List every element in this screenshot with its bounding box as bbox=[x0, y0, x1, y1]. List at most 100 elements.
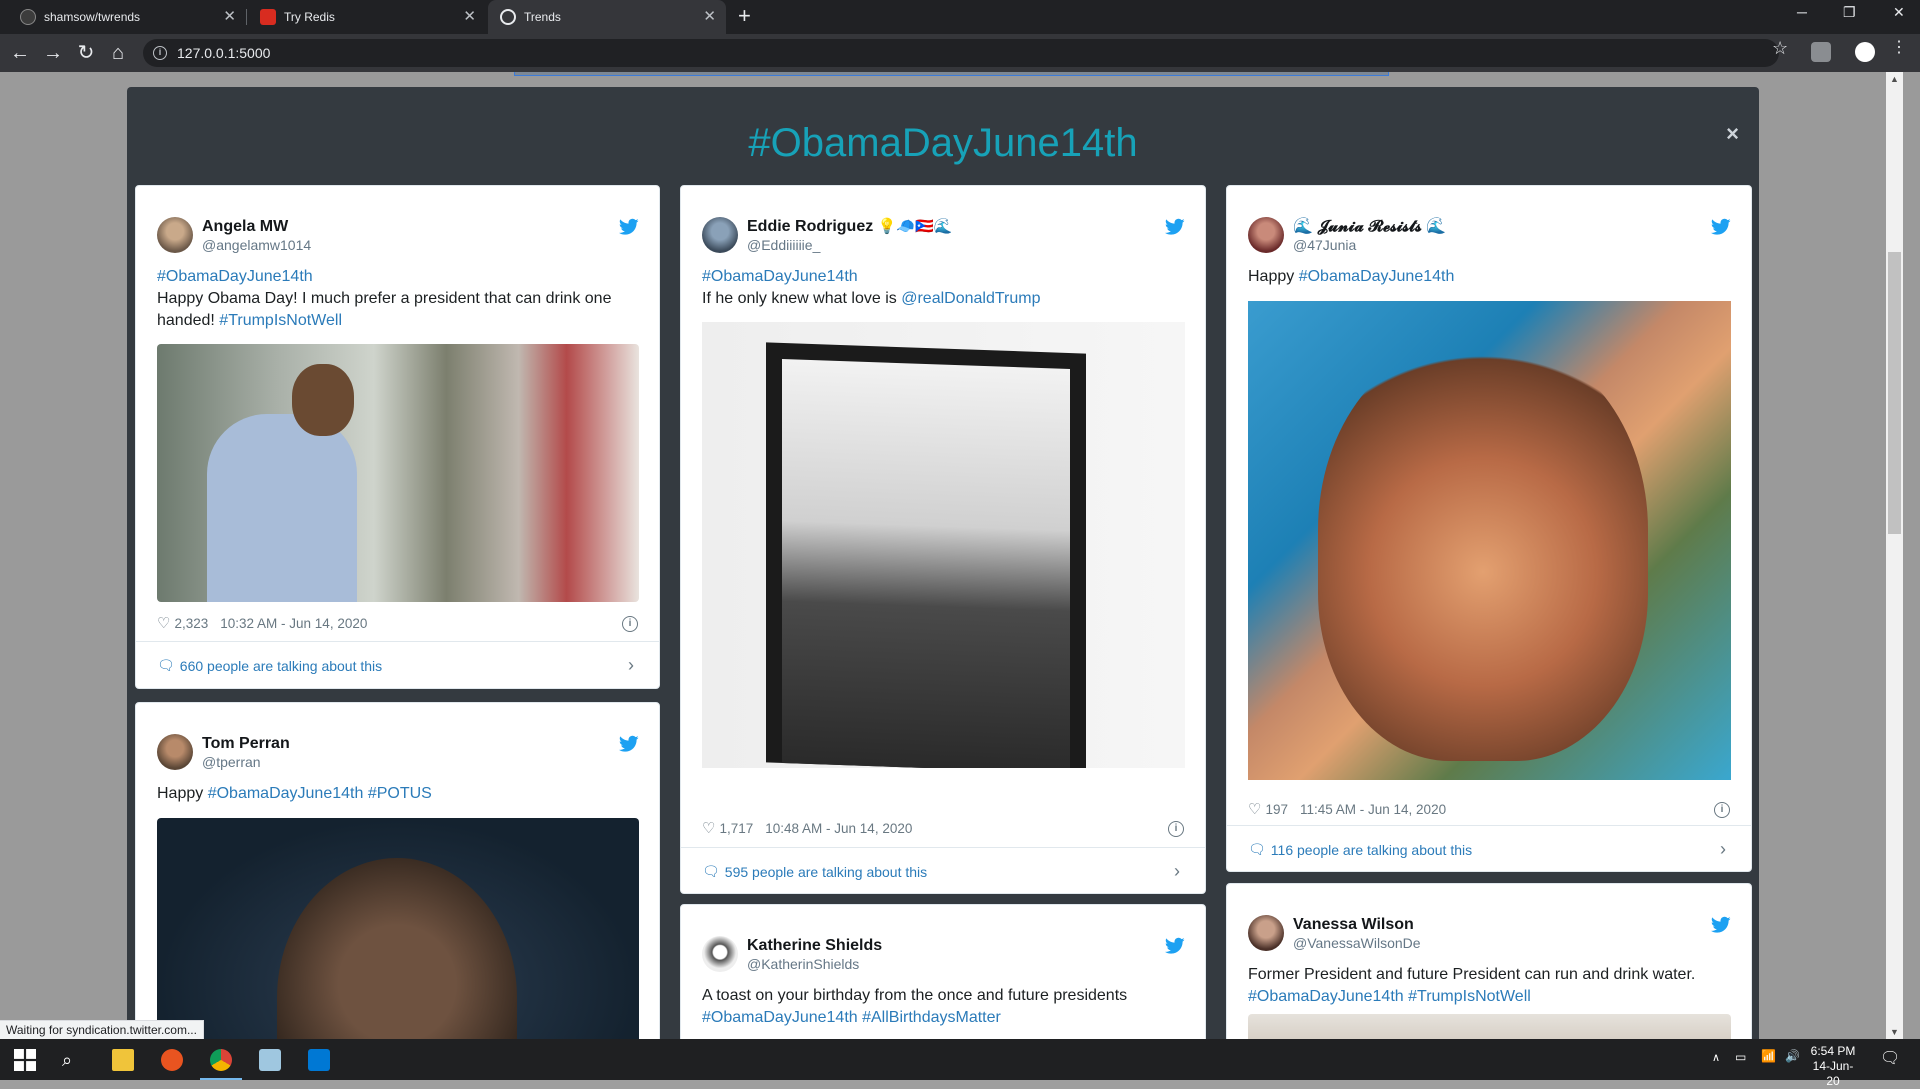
close-tab-icon[interactable]: ✕ bbox=[223, 9, 236, 24]
tweet-card[interactable]: Vanessa Wilson @VanessaWilsonDe Former P… bbox=[1226, 883, 1752, 1039]
avatar[interactable] bbox=[157, 734, 193, 770]
close-tab-icon[interactable]: ✕ bbox=[463, 9, 476, 24]
bookmark-star-icon[interactable]: ☆ bbox=[1772, 38, 1788, 59]
tweet-handle[interactable]: @angelamw1014 bbox=[202, 237, 311, 253]
battery-icon[interactable]: ▭ bbox=[1735, 1050, 1746, 1064]
hashtag-link[interactable]: #ObamaDayJune14th bbox=[1299, 268, 1455, 285]
wifi-icon[interactable]: 📶 bbox=[1761, 1049, 1776, 1063]
tweet-card[interactable]: Eddie Rodriguez 💡🧢🇵🇷🌊 @Eddiiiiiie_ #Obam… bbox=[680, 185, 1206, 894]
tweet-user-name[interactable]: Angela MW bbox=[202, 217, 311, 237]
mention-link[interactable]: @realDonaldTrump bbox=[901, 290, 1040, 307]
notifications-icon[interactable]: 🗨 bbox=[1880, 1048, 1900, 1068]
page-scrollbar[interactable]: ▲ ▼ bbox=[1886, 72, 1903, 1039]
avatar[interactable] bbox=[1248, 915, 1284, 951]
tab-title: shamsow/twrends bbox=[44, 10, 141, 24]
avatar[interactable] bbox=[702, 936, 738, 972]
tweet-photo[interactable] bbox=[1248, 1014, 1731, 1039]
hashtag-link[interactable]: #POTUS bbox=[368, 785, 432, 802]
address-bar[interactable]: i 127.0.0.1:5000 bbox=[143, 39, 1779, 67]
tweet-user-name[interactable]: Eddie Rodriguez bbox=[747, 218, 873, 235]
hashtag-link[interactable]: #ObamaDayJune14th bbox=[1248, 988, 1404, 1005]
tab-github[interactable]: shamsow/twrends ✕ bbox=[8, 0, 247, 34]
close-tab-icon[interactable]: ✕ bbox=[703, 9, 716, 24]
hashtag-link[interactable]: #ObamaDayJune14th bbox=[702, 1009, 858, 1026]
info-icon[interactable]: i bbox=[622, 616, 638, 632]
windows-start-icon[interactable] bbox=[14, 1049, 36, 1071]
avatar[interactable] bbox=[702, 217, 738, 253]
hashtag-link[interactable]: #ObamaDayJune14th bbox=[157, 266, 637, 288]
forward-icon[interactable]: → bbox=[39, 39, 67, 67]
tweet-card[interactable]: 🌊 𝓙𝓾𝓷𝓲𝓪 𝓡𝓮𝓼𝓲𝓼𝓽𝓼 🌊 @47Junia Happy #ObamaD… bbox=[1226, 185, 1752, 872]
clock[interactable]: 6:54 PM 14-Jun-20 bbox=[1808, 1044, 1858, 1089]
tweet-card[interactable]: Tom Perran @tperran Happy #ObamaDayJune1… bbox=[135, 702, 660, 1039]
twitter-bird-icon[interactable] bbox=[619, 735, 639, 753]
camera-extension-icon[interactable] bbox=[1811, 42, 1831, 62]
tweet-user-name[interactable]: Katherine Shields bbox=[747, 936, 882, 956]
conversation-link[interactable]: 🗨 595 people are talking about this › bbox=[681, 847, 1205, 893]
tweet-handle[interactable]: @47Junia bbox=[1293, 237, 1446, 253]
close-window-icon[interactable]: ✕ bbox=[1893, 4, 1905, 21]
twitter-bird-icon[interactable] bbox=[619, 218, 639, 236]
tweet-timestamp[interactable]: 10:48 AM - Jun 14, 2020 bbox=[765, 821, 912, 836]
avatar[interactable] bbox=[157, 217, 193, 253]
back-icon[interactable]: ← bbox=[6, 39, 34, 67]
modal-close-button[interactable]: × bbox=[1726, 121, 1739, 147]
vscode-icon[interactable] bbox=[308, 1049, 330, 1071]
tweet-handle[interactable]: @KatherinShields bbox=[747, 956, 882, 972]
tab-trends[interactable]: Trends ✕ bbox=[488, 0, 726, 34]
search-icon[interactable]: ⌕ bbox=[62, 1049, 84, 1071]
restore-icon[interactable]: ❐ bbox=[1843, 4, 1856, 21]
ubuntu-icon[interactable] bbox=[161, 1049, 183, 1071]
hashtag-link[interactable]: #AllBirthdaysMatter bbox=[862, 1009, 1001, 1026]
new-tab-button[interactable]: + bbox=[738, 5, 751, 27]
notepad-icon[interactable] bbox=[259, 1049, 281, 1071]
heart-icon[interactable]: ♡ bbox=[157, 614, 170, 632]
tweet-card[interactable]: Angela MW @angelamw1014 #ObamaDayJune14t… bbox=[135, 185, 660, 689]
volume-icon[interactable]: 🔊 bbox=[1785, 1049, 1800, 1063]
tweet-user-name[interactable]: 𝓙𝓾𝓷𝓲𝓪 𝓡𝓮𝓼𝓲𝓼𝓽𝓼 bbox=[1317, 218, 1421, 235]
like-count[interactable]: 197 bbox=[1265, 802, 1288, 817]
tweet-timestamp[interactable]: 10:32 AM - Jun 14, 2020 bbox=[220, 616, 367, 631]
conversation-link[interactable]: 🗨 660 people are talking about this › bbox=[136, 641, 659, 688]
info-icon[interactable]: i bbox=[1168, 821, 1184, 837]
hashtag-link[interactable]: #ObamaDayJune14th bbox=[702, 266, 1182, 288]
tweet-photo[interactable] bbox=[157, 344, 639, 602]
like-count[interactable]: 2,323 bbox=[174, 616, 208, 631]
home-icon[interactable]: ⌂ bbox=[104, 39, 132, 67]
tweet-photo[interactable] bbox=[157, 818, 639, 1039]
tweet-user-name[interactable]: Tom Perran bbox=[202, 734, 290, 754]
twitter-bird-icon[interactable] bbox=[1711, 218, 1731, 236]
chrome-icon[interactable] bbox=[210, 1049, 232, 1071]
heart-icon[interactable]: ♡ bbox=[1248, 800, 1261, 818]
heart-icon[interactable]: ♡ bbox=[702, 819, 715, 837]
twitter-bird-icon[interactable] bbox=[1711, 916, 1731, 934]
tweet-timestamp[interactable]: 11:45 AM - Jun 14, 2020 bbox=[1300, 802, 1446, 817]
tweet-handle[interactable]: @Eddiiiiiie_ bbox=[747, 237, 952, 253]
hashtag-link[interactable]: #TrumpIsNotWell bbox=[219, 312, 342, 329]
tweet-photo[interactable] bbox=[702, 322, 1185, 768]
avatar[interactable] bbox=[1248, 217, 1284, 253]
like-count[interactable]: 1,717 bbox=[719, 821, 753, 836]
tweet-handle[interactable]: @tperran bbox=[202, 754, 290, 770]
site-info-icon[interactable]: i bbox=[153, 46, 167, 60]
scroll-down-icon[interactable]: ▼ bbox=[1890, 1027, 1899, 1037]
file-explorer-icon[interactable] bbox=[112, 1049, 134, 1071]
tab-try-redis[interactable]: Try Redis ✕ bbox=[248, 0, 486, 34]
minimize-icon[interactable]: ─ bbox=[1797, 4, 1807, 20]
profile-avatar[interactable] bbox=[1855, 42, 1875, 62]
twitter-bird-icon[interactable] bbox=[1165, 937, 1185, 955]
scrollbar-thumb[interactable] bbox=[1888, 252, 1901, 534]
tweet-card[interactable]: Katherine Shields @KatherinShields A toa… bbox=[680, 904, 1206, 1039]
tweet-user-name[interactable]: Vanessa Wilson bbox=[1293, 915, 1421, 935]
info-icon[interactable]: i bbox=[1714, 802, 1730, 818]
scroll-up-icon[interactable]: ▲ bbox=[1890, 74, 1899, 84]
reload-icon[interactable]: ↻ bbox=[72, 39, 100, 67]
hashtag-link[interactable]: #ObamaDayJune14th bbox=[208, 785, 364, 802]
tweet-handle[interactable]: @VanessaWilsonDe bbox=[1293, 935, 1421, 951]
hashtag-link[interactable]: #TrumpIsNotWell bbox=[1408, 988, 1531, 1005]
tray-chevron-icon[interactable]: ∧ bbox=[1712, 1051, 1720, 1064]
conversation-link[interactable]: 🗨 116 people are talking about this › bbox=[1227, 825, 1751, 871]
tweet-photo[interactable] bbox=[1248, 301, 1731, 780]
menu-kebab-icon[interactable]: ⋮ bbox=[1891, 38, 1907, 58]
twitter-bird-icon[interactable] bbox=[1165, 218, 1185, 236]
